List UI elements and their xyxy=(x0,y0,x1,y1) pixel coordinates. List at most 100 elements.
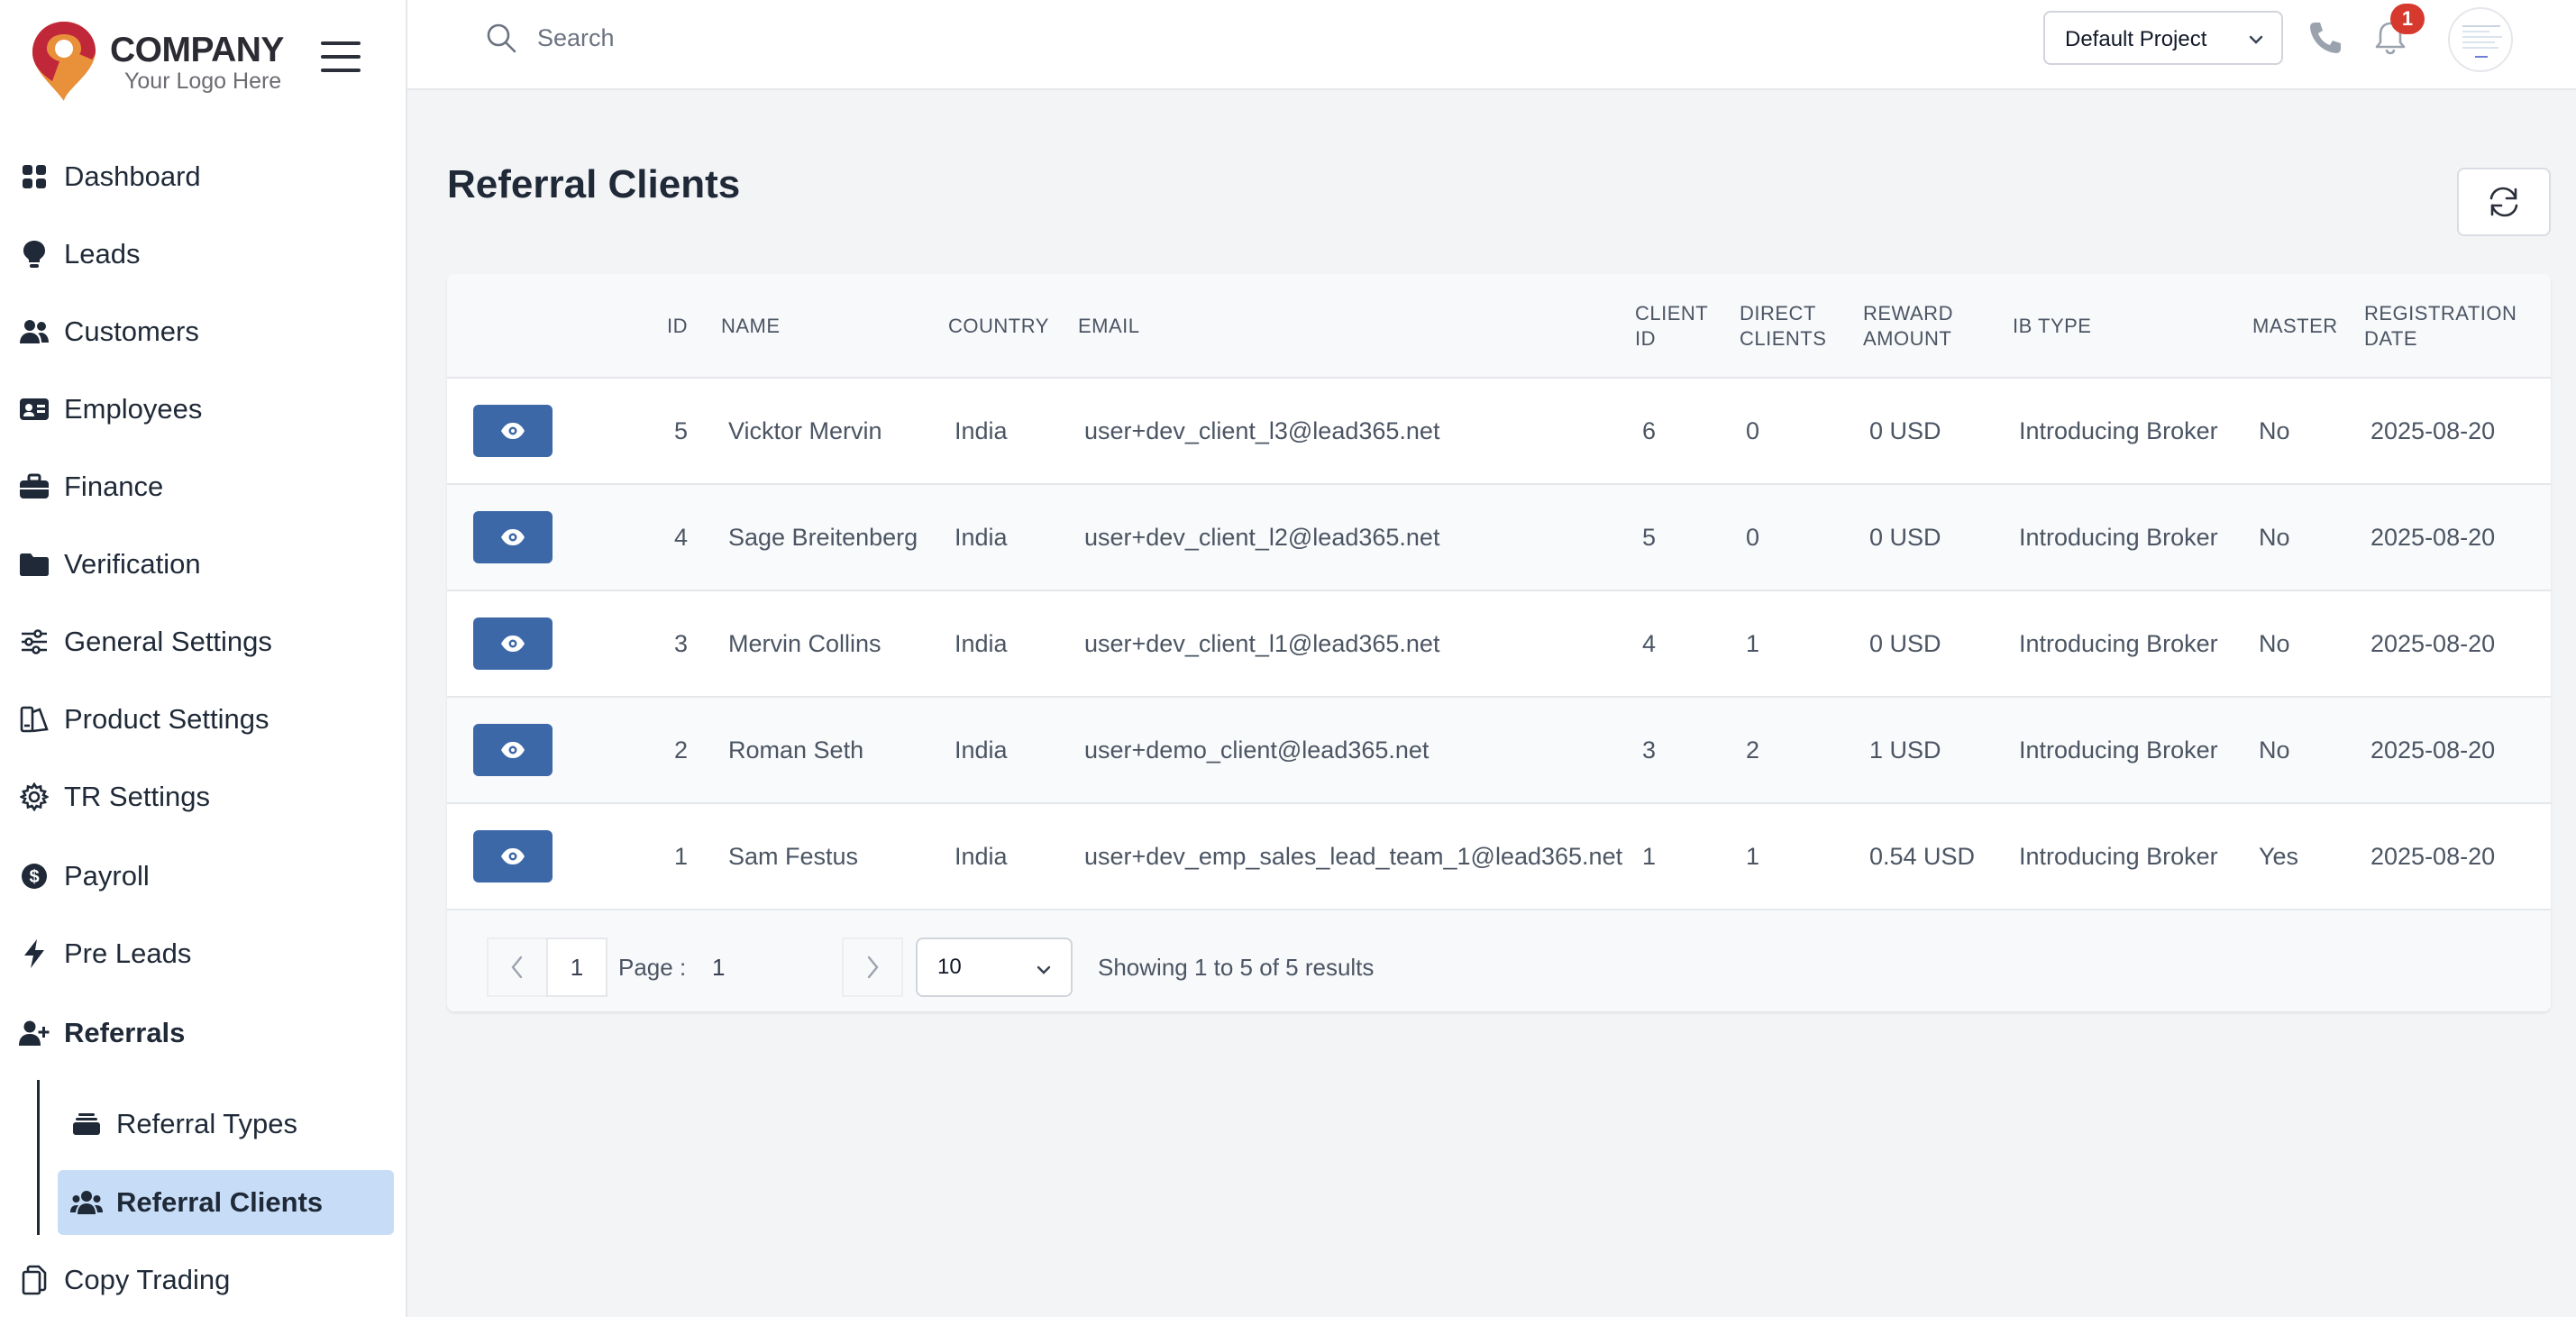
column-header-direct-clients[interactable]: DIRECT CLIENTS xyxy=(1740,274,1839,379)
cell-direct-clients: 0 xyxy=(1746,416,1760,444)
cell-email: user+dev_client_l1@lead365.net xyxy=(1084,629,1440,657)
column-header-master[interactable]: MASTER xyxy=(2252,274,2338,379)
cell-master: No xyxy=(2259,523,2290,551)
referral-clients-table: ID NAME COUNTRY EMAIL CLIENT ID DIRECT C… xyxy=(447,274,2551,1011)
cell-client-id: 5 xyxy=(1642,523,1657,551)
eye-icon xyxy=(501,636,525,652)
product-icon xyxy=(18,703,50,736)
avatar[interactable] xyxy=(2448,7,2513,72)
page-title: Referral Clients xyxy=(447,162,741,206)
sidebar-item-general-settings[interactable]: General Settings xyxy=(0,609,406,674)
cell-master: No xyxy=(2259,629,2290,657)
sidebar-item-referrals[interactable]: Referrals xyxy=(0,1001,406,1065)
sidebar-item-label: Referrals xyxy=(64,1017,186,1048)
sidebar-item-leads[interactable]: Leads xyxy=(0,222,406,287)
column-header-registration-date[interactable]: REGISTRATION DATE xyxy=(2364,274,2535,379)
sidebar-item-label: Verification xyxy=(64,548,201,580)
page-size-value: 10 xyxy=(937,955,962,979)
table-row: 3 Mervin Collins India user+dev_client_l… xyxy=(447,591,2551,698)
sidebar-item-tr-settings[interactable]: TR Settings xyxy=(0,764,406,829)
sidebar-item-customers[interactable]: Customers xyxy=(0,299,406,364)
sidebar-item-referral-clients[interactable]: Referral Clients xyxy=(58,1170,394,1235)
chevron-right-icon xyxy=(867,956,879,979)
column-header-country[interactable]: COUNTRY xyxy=(948,274,1049,379)
cell-registration-date: 2025-08-20 xyxy=(2370,629,2496,657)
cell-reward-amount: 0 USD xyxy=(1869,523,1941,551)
cell-email: user+dev_client_l2@lead365.net xyxy=(1084,523,1440,551)
page-value: 1 xyxy=(712,954,726,981)
view-button[interactable] xyxy=(473,405,553,457)
search-input[interactable] xyxy=(537,18,1078,58)
eye-icon xyxy=(501,529,525,545)
sidebar-item-label: Pre Leads xyxy=(64,937,192,969)
id-card-icon xyxy=(18,393,50,425)
project-select[interactable]: Default Project xyxy=(2043,11,2283,65)
sidebar: COMPANY Your Logo Here Dashboard Leads C… xyxy=(0,0,407,1317)
cell-email: user+demo_client@lead365.net xyxy=(1084,736,1430,764)
cell-ib-type: Introducing Broker xyxy=(2019,736,2218,764)
cell-name: Sam Festus xyxy=(728,842,859,870)
cell-country: India xyxy=(955,736,1008,764)
cell-name: Roman Seth xyxy=(728,736,864,764)
sidebar-item-employees[interactable]: Employees xyxy=(0,377,406,442)
cell-ib-type: Introducing Broker xyxy=(2019,842,2218,870)
column-header-name[interactable]: NAME xyxy=(721,274,781,379)
chevron-down-icon xyxy=(2249,35,2263,44)
column-header-email[interactable]: EMAIL xyxy=(1078,274,1140,379)
cell-name: Sage Breitenberg xyxy=(728,523,918,551)
next-page-button[interactable] xyxy=(842,937,903,997)
cell-direct-clients: 1 xyxy=(1746,629,1760,657)
cell-reward-amount: 0.54 USD xyxy=(1869,842,1976,870)
cell-direct-clients: 1 xyxy=(1746,842,1760,870)
sidebar-item-pre-leads[interactable]: Pre Leads xyxy=(0,921,406,986)
users-icon xyxy=(18,316,50,348)
view-button[interactable] xyxy=(473,830,553,883)
sidebar-item-referral-types[interactable]: Referral Types xyxy=(58,1092,394,1157)
cell-id: 1 xyxy=(674,842,689,870)
copy-icon xyxy=(18,1264,50,1296)
cell-name: Vicktor Mervin xyxy=(728,416,882,444)
view-button[interactable] xyxy=(473,617,553,670)
sidebar-item-label: Employees xyxy=(64,393,203,425)
column-header-id[interactable]: ID xyxy=(667,274,688,379)
table-row: 4 Sage Breitenberg India user+dev_client… xyxy=(447,485,2551,591)
column-header-reward-amount[interactable]: REWARD AMOUNT xyxy=(1863,274,1971,379)
sidebar-item-label: Finance xyxy=(64,471,164,502)
current-page-number[interactable]: 1 xyxy=(546,937,607,997)
brand-name: COMPANY xyxy=(110,31,284,69)
dollar-circle-icon: $ xyxy=(18,860,50,892)
sidebar-item-product-settings[interactable]: Product Settings xyxy=(0,687,406,752)
svg-text:$: $ xyxy=(29,867,39,887)
cell-registration-date: 2025-08-20 xyxy=(2370,523,2496,551)
cell-ib-type: Introducing Broker xyxy=(2019,523,2218,551)
column-header-client-id[interactable]: CLIENT ID xyxy=(1635,274,1716,379)
view-button[interactable] xyxy=(473,511,553,563)
column-header-ib-type[interactable]: IB TYPE xyxy=(2013,274,2091,379)
previous-page-button[interactable] xyxy=(487,937,548,997)
eye-icon xyxy=(501,423,525,439)
sidebar-item-payroll[interactable]: $ Payroll xyxy=(0,844,406,909)
pagination-bar: 1 Page : 1 10 Showing 1 to 5 of 5 result… xyxy=(447,910,2551,1011)
phone-icon[interactable] xyxy=(2307,20,2343,56)
chevron-left-icon xyxy=(511,956,523,979)
sidebar-item-label: Copy Trading xyxy=(64,1264,231,1295)
cell-client-id: 4 xyxy=(1642,629,1657,657)
page-size-select[interactable]: 10 xyxy=(916,937,1073,997)
cell-master: No xyxy=(2259,736,2290,764)
sidebar-item-finance[interactable]: Finance xyxy=(0,454,406,519)
users-icon xyxy=(70,1186,103,1219)
sidebar-item-copy-trading[interactable]: Copy Trading xyxy=(0,1248,406,1312)
table-row: 2 Roman Seth India user+demo_client@lead… xyxy=(447,698,2551,804)
cell-direct-clients: 2 xyxy=(1746,736,1760,764)
view-button[interactable] xyxy=(473,724,553,776)
cell-registration-date: 2025-08-20 xyxy=(2370,416,2496,444)
sidebar-item-label: Customers xyxy=(64,316,199,347)
refresh-button[interactable] xyxy=(2457,168,2551,236)
sidebar-item-dashboard[interactable]: Dashboard xyxy=(0,144,406,209)
page-label: Page : xyxy=(618,954,687,981)
sidebar-item-label: TR Settings xyxy=(64,781,210,812)
sidebar-item-verification[interactable]: Verification xyxy=(0,532,406,597)
table-row: 1 Sam Festus India user+dev_emp_sales_le… xyxy=(447,804,2551,910)
menu-toggle-icon[interactable] xyxy=(321,41,362,74)
cell-master: No xyxy=(2259,416,2290,444)
